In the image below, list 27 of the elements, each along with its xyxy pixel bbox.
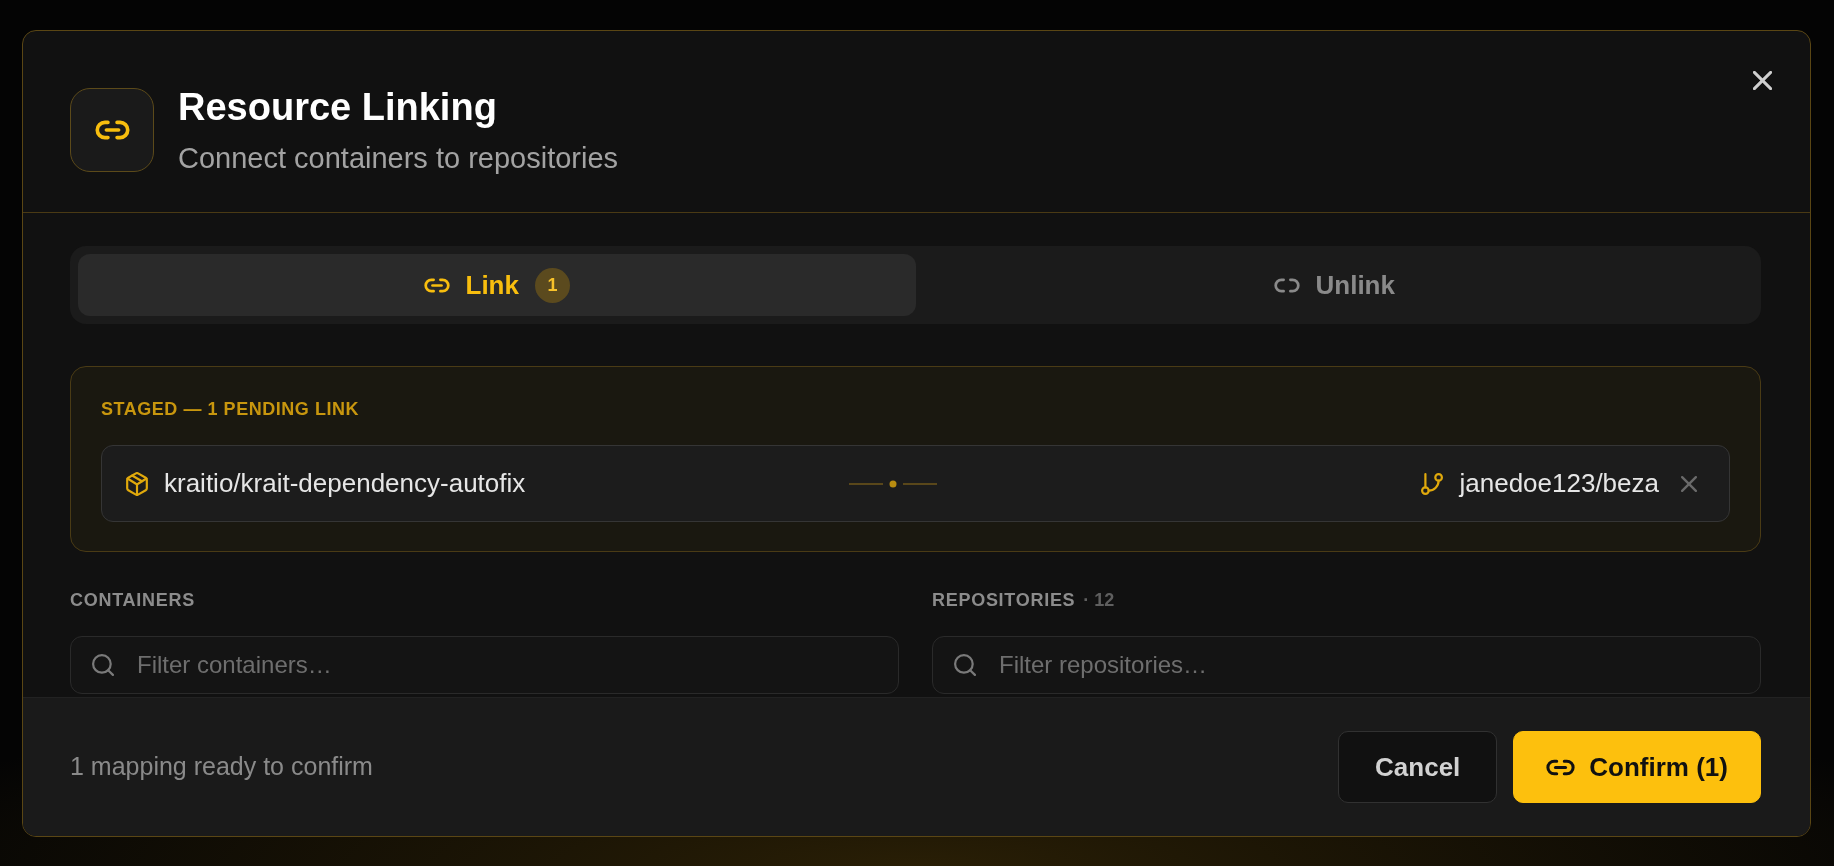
staged-heading: STAGED — 1 PENDING LINK: [101, 398, 361, 420]
search-field[interactable]: Filter repositories…: [932, 636, 1761, 694]
dialog-subtitle: Connect containers to repositories: [178, 141, 619, 175]
search-field[interactable]: Filter containers…: [70, 636, 899, 694]
tab[interactable]: Link 1: [78, 254, 916, 316]
dialog-title: Resource Linking: [178, 85, 498, 129]
section-label: REPOSITORIES: [932, 589, 1076, 611]
confirm-button[interactable]: Confirm (1): [1513, 731, 1761, 803]
package-icon: [126, 471, 148, 496]
close-icon: [1681, 475, 1697, 492]
count-badge: 1: [534, 267, 570, 303]
repository-name: janedoe123/beza: [1459, 467, 1659, 500]
link-icon: [70, 88, 154, 172]
link-icon: [1546, 758, 1576, 776]
broken-link-icon: [1273, 277, 1300, 293]
close-icon: [1752, 70, 1772, 90]
search-icon: [92, 654, 114, 676]
container-name: kraitio/krait-dependency-autofix: [164, 467, 526, 500]
tab[interactable]: Unlink: [915, 254, 1753, 316]
section-label: CONTAINERS: [70, 589, 195, 611]
search-icon: [954, 654, 976, 676]
branch-icon: [1421, 472, 1444, 495]
cancel-button[interactable]: Cancel: [1338, 731, 1498, 803]
link-icon: [423, 277, 450, 293]
connector-icon: [848, 479, 937, 488]
status-text: 1 mapping ready to confirm: [70, 751, 373, 783]
item-count: · 12: [1083, 589, 1115, 611]
